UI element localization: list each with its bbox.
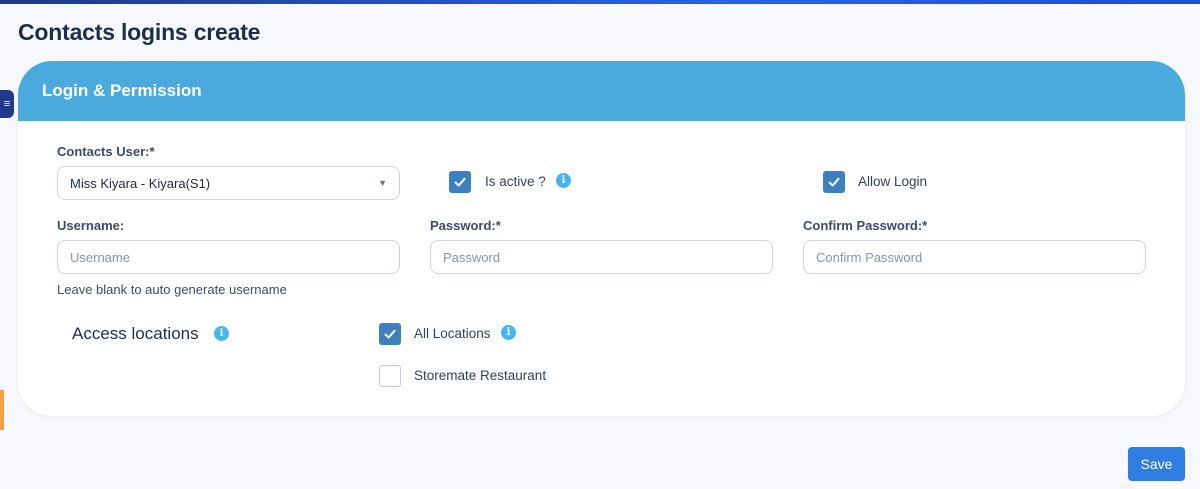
login-permission-card: Login & Permission Contacts User:* Miss … — [18, 61, 1185, 416]
confirm-password-input[interactable] — [803, 240, 1146, 274]
storemate-restaurant-checkbox[interactable] — [379, 365, 401, 387]
card-title: Login & Permission — [42, 81, 202, 100]
is-active-checkbox[interactable] — [449, 171, 471, 193]
allow-login-label: Allow Login — [858, 174, 928, 189]
access-locations-title: Access locations — [72, 324, 199, 343]
all-locations-label: All Locations — [414, 326, 491, 341]
username-label: Username: — [57, 218, 125, 233]
checkmark-icon — [384, 329, 396, 339]
contacts-user-select[interactable]: Miss Kiyara - Kiyara(S1) ▼ — [57, 166, 400, 200]
password-input[interactable] — [430, 240, 773, 274]
sidebar-accent — [0, 390, 4, 430]
chevron-down-icon: ▼ — [378, 178, 387, 188]
allow-login-checkbox[interactable] — [823, 171, 845, 193]
contacts-user-label: Contacts User:* — [57, 144, 155, 159]
info-icon[interactable]: i — [556, 173, 571, 188]
sidebar-toggle-icon[interactable]: ≡ — [0, 90, 14, 118]
card-header: Login & Permission — [18, 61, 1185, 121]
is-active-label: Is active ? — [485, 174, 546, 189]
username-input[interactable] — [57, 240, 400, 274]
info-icon[interactable]: i — [214, 326, 229, 341]
checkmark-icon — [454, 177, 466, 187]
save-button[interactable]: Save — [1128, 447, 1185, 481]
checkmark-icon — [828, 177, 840, 187]
password-label: Password:* — [430, 218, 501, 233]
contacts-user-selected: Miss Kiyara - Kiyara(S1) — [70, 175, 211, 191]
username-help-text: Leave blank to auto generate username — [57, 282, 287, 297]
top-accent-bar — [0, 0, 1200, 4]
confirm-password-label: Confirm Password:* — [803, 218, 928, 233]
info-icon[interactable]: i — [501, 325, 516, 340]
storemate-restaurant-label: Storemate Restaurant — [414, 368, 547, 383]
page-title: Contacts logins create — [18, 19, 261, 45]
all-locations-checkbox[interactable] — [379, 323, 401, 345]
